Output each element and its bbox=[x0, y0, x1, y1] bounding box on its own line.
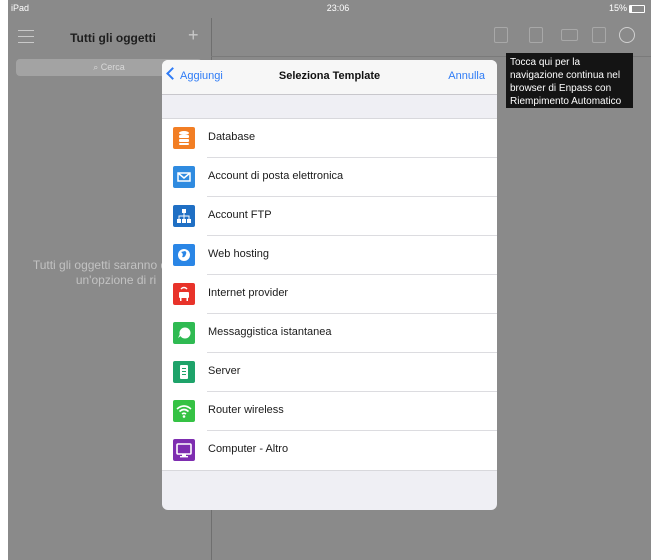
browser-globe-icon[interactable] bbox=[619, 27, 635, 43]
template-row[interactable]: Web hosting bbox=[162, 236, 497, 275]
template-row-label: Server bbox=[208, 365, 241, 377]
template-row[interactable]: Messaggistica istantanea bbox=[162, 314, 497, 353]
menu-icon[interactable] bbox=[18, 30, 34, 43]
template-row[interactable]: Account di posta elettronica bbox=[162, 158, 497, 197]
template-list: Database Account di posta elettronica Acco… bbox=[162, 118, 497, 471]
back-button[interactable]: Aggiungi bbox=[166, 67, 223, 82]
add-icon[interactable]: + bbox=[188, 25, 199, 46]
clock: 23:06 bbox=[326, 3, 350, 13]
template-row[interactable]: Router wireless bbox=[162, 392, 497, 431]
template-row-label: Account di posta elettronica bbox=[208, 170, 344, 182]
sidebar-title: Tutti gli oggetti bbox=[70, 31, 156, 45]
template-row-label: Internet provider bbox=[208, 287, 289, 299]
modal-title: Seleziona Template bbox=[278, 70, 381, 82]
chevron-left-icon bbox=[166, 67, 179, 80]
globe-icon bbox=[173, 244, 195, 266]
detail-toolbar bbox=[211, 18, 651, 57]
cancel-button[interactable]: Annulla bbox=[448, 70, 485, 82]
device-label: iPad bbox=[11, 3, 30, 13]
template-row[interactable]: Account FTP bbox=[162, 197, 497, 236]
sidebar-header: Tutti gli oggetti + bbox=[8, 18, 211, 56]
battery-icon bbox=[629, 4, 645, 13]
computer-icon bbox=[173, 439, 195, 461]
back-button-label: Aggiungi bbox=[180, 70, 223, 82]
browser-tooltip: Tocca qui per la navigazione continua ne… bbox=[506, 53, 633, 108]
ftp-network-icon bbox=[173, 205, 195, 227]
edit-icon[interactable] bbox=[592, 27, 606, 43]
template-row-label: Account FTP bbox=[208, 209, 272, 221]
select-template-modal: Aggiungi Seleziona Template Annulla Data… bbox=[162, 60, 497, 510]
template-row-label: Database bbox=[208, 131, 256, 143]
battery-percent: 15% bbox=[608, 3, 627, 13]
chat-bubble-icon bbox=[173, 322, 195, 344]
trash-icon[interactable] bbox=[529, 27, 543, 43]
copy-icon[interactable] bbox=[561, 29, 578, 41]
status-bar: iPad 23:06 15% bbox=[8, 0, 651, 18]
template-row[interactable]: Database bbox=[162, 119, 497, 158]
template-row[interactable]: Internet provider bbox=[162, 275, 497, 314]
share-icon[interactable] bbox=[494, 27, 508, 43]
search-placeholder: Cerca bbox=[100, 62, 125, 72]
template-row-label: Messaggistica istantanea bbox=[208, 326, 332, 338]
template-row[interactable]: Server bbox=[162, 353, 497, 392]
wifi-icon bbox=[173, 400, 195, 422]
modal-navbar: Aggiungi Seleziona Template Annulla bbox=[162, 60, 497, 95]
template-row-label: Web hosting bbox=[208, 248, 269, 260]
template-row-label: Router wireless bbox=[208, 404, 284, 416]
server-icon bbox=[173, 361, 195, 383]
template-row[interactable]: Computer - Altro bbox=[162, 431, 497, 470]
battery-status: 15% bbox=[609, 3, 645, 13]
router-icon bbox=[173, 283, 195, 305]
template-row-label: Computer - Altro bbox=[208, 443, 289, 455]
mail-icon bbox=[173, 166, 195, 188]
database-icon bbox=[173, 127, 195, 149]
